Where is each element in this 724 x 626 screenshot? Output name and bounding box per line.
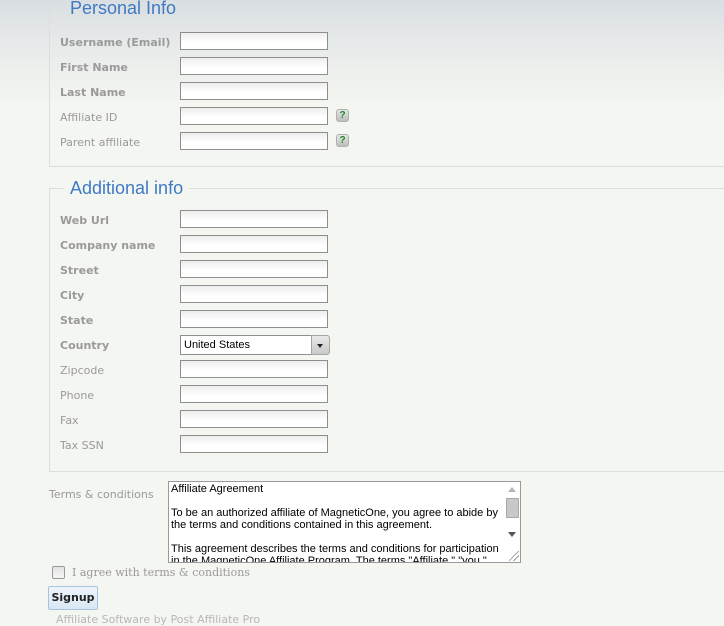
web-url-label: Web Url <box>60 214 110 227</box>
first-name-input[interactable] <box>180 57 328 75</box>
zipcode-input[interactable] <box>180 360 328 378</box>
city-row: City <box>50 285 450 305</box>
help-icon[interactable]: ? <box>336 134 349 147</box>
scroll-down-icon[interactable] <box>508 532 516 537</box>
first-name-row: First Name <box>50 57 450 77</box>
web-url-input[interactable] <box>180 210 328 228</box>
terms-textarea[interactable]: Affiliate Agreement To be an authorized … <box>168 481 521 563</box>
agree-label[interactable]: I agree with terms & conditions <box>72 566 250 579</box>
phone-label: Phone <box>60 389 95 402</box>
phone-row: Phone <box>50 385 450 405</box>
last-name-input[interactable] <box>180 82 328 100</box>
affiliate-id-label: Affiliate ID <box>60 111 118 124</box>
fax-row: Fax <box>50 410 450 430</box>
street-row: Street <box>50 260 450 280</box>
state-label: State <box>60 314 94 327</box>
last-name-label: Last Name <box>60 86 126 99</box>
username-label: Username (Email) <box>60 36 171 49</box>
signup-button[interactable]: Signup <box>48 586 98 610</box>
additional-info-legend: Additional info <box>64 178 190 198</box>
tax-ssn-input[interactable] <box>180 435 328 453</box>
state-row: State <box>50 310 450 330</box>
terms-text: Affiliate Agreement To be an authorized … <box>171 483 499 563</box>
last-name-row: Last Name <box>50 82 450 102</box>
company-name-input[interactable] <box>180 235 328 253</box>
tax-ssn-row: Tax SSN <box>50 435 450 455</box>
fax-label: Fax <box>60 414 79 427</box>
username-input[interactable] <box>180 32 328 50</box>
personal-info-fieldset: Personal Info Username (Email) First Nam… <box>49 0 724 167</box>
agree-checkbox[interactable] <box>52 566 65 579</box>
terms-scrollbar[interactable] <box>504 482 520 544</box>
city-label: City <box>60 289 85 302</box>
country-select[interactable]: United States <box>180 335 330 355</box>
street-label: Street <box>60 264 99 277</box>
state-input[interactable] <box>180 310 328 328</box>
phone-input[interactable] <box>180 385 328 403</box>
affiliate-id-input[interactable] <box>180 107 328 125</box>
first-name-label: First Name <box>60 61 128 74</box>
zipcode-label: Zipcode <box>60 364 105 377</box>
web-url-row: Web Url <box>50 210 450 230</box>
help-icon[interactable]: ? <box>336 109 349 122</box>
parent-affiliate-row: Parent affiliate ? <box>50 132 450 152</box>
chevron-down-icon[interactable] <box>311 335 330 355</box>
username-row: Username (Email) <box>50 32 450 52</box>
parent-affiliate-input[interactable] <box>180 132 328 150</box>
resize-handle-icon[interactable] <box>509 551 519 561</box>
footer-credit[interactable]: Affiliate Software by Post Affiliate Pro <box>56 613 260 626</box>
street-input[interactable] <box>180 260 328 278</box>
affiliate-id-row: Affiliate ID ? <box>50 107 450 127</box>
scroll-thumb[interactable] <box>506 498 519 518</box>
zipcode-row: Zipcode <box>50 360 450 380</box>
company-name-label: Company name <box>60 239 156 252</box>
parent-affiliate-label: Parent affiliate <box>60 136 141 149</box>
fax-input[interactable] <box>180 410 328 428</box>
company-name-row: Company name <box>50 235 450 255</box>
additional-info-fieldset: Additional info Web Url Company name Str… <box>49 178 724 472</box>
personal-info-legend: Personal Info <box>70 0 177 18</box>
tax-ssn-label: Tax SSN <box>60 439 104 452</box>
country-select-value[interactable]: United States <box>180 335 313 355</box>
terms-label: Terms & conditions <box>49 488 154 501</box>
city-input[interactable] <box>180 285 328 303</box>
country-row: Country United States <box>50 335 450 355</box>
country-label: Country <box>60 339 110 352</box>
scroll-up-icon[interactable] <box>508 487 516 492</box>
